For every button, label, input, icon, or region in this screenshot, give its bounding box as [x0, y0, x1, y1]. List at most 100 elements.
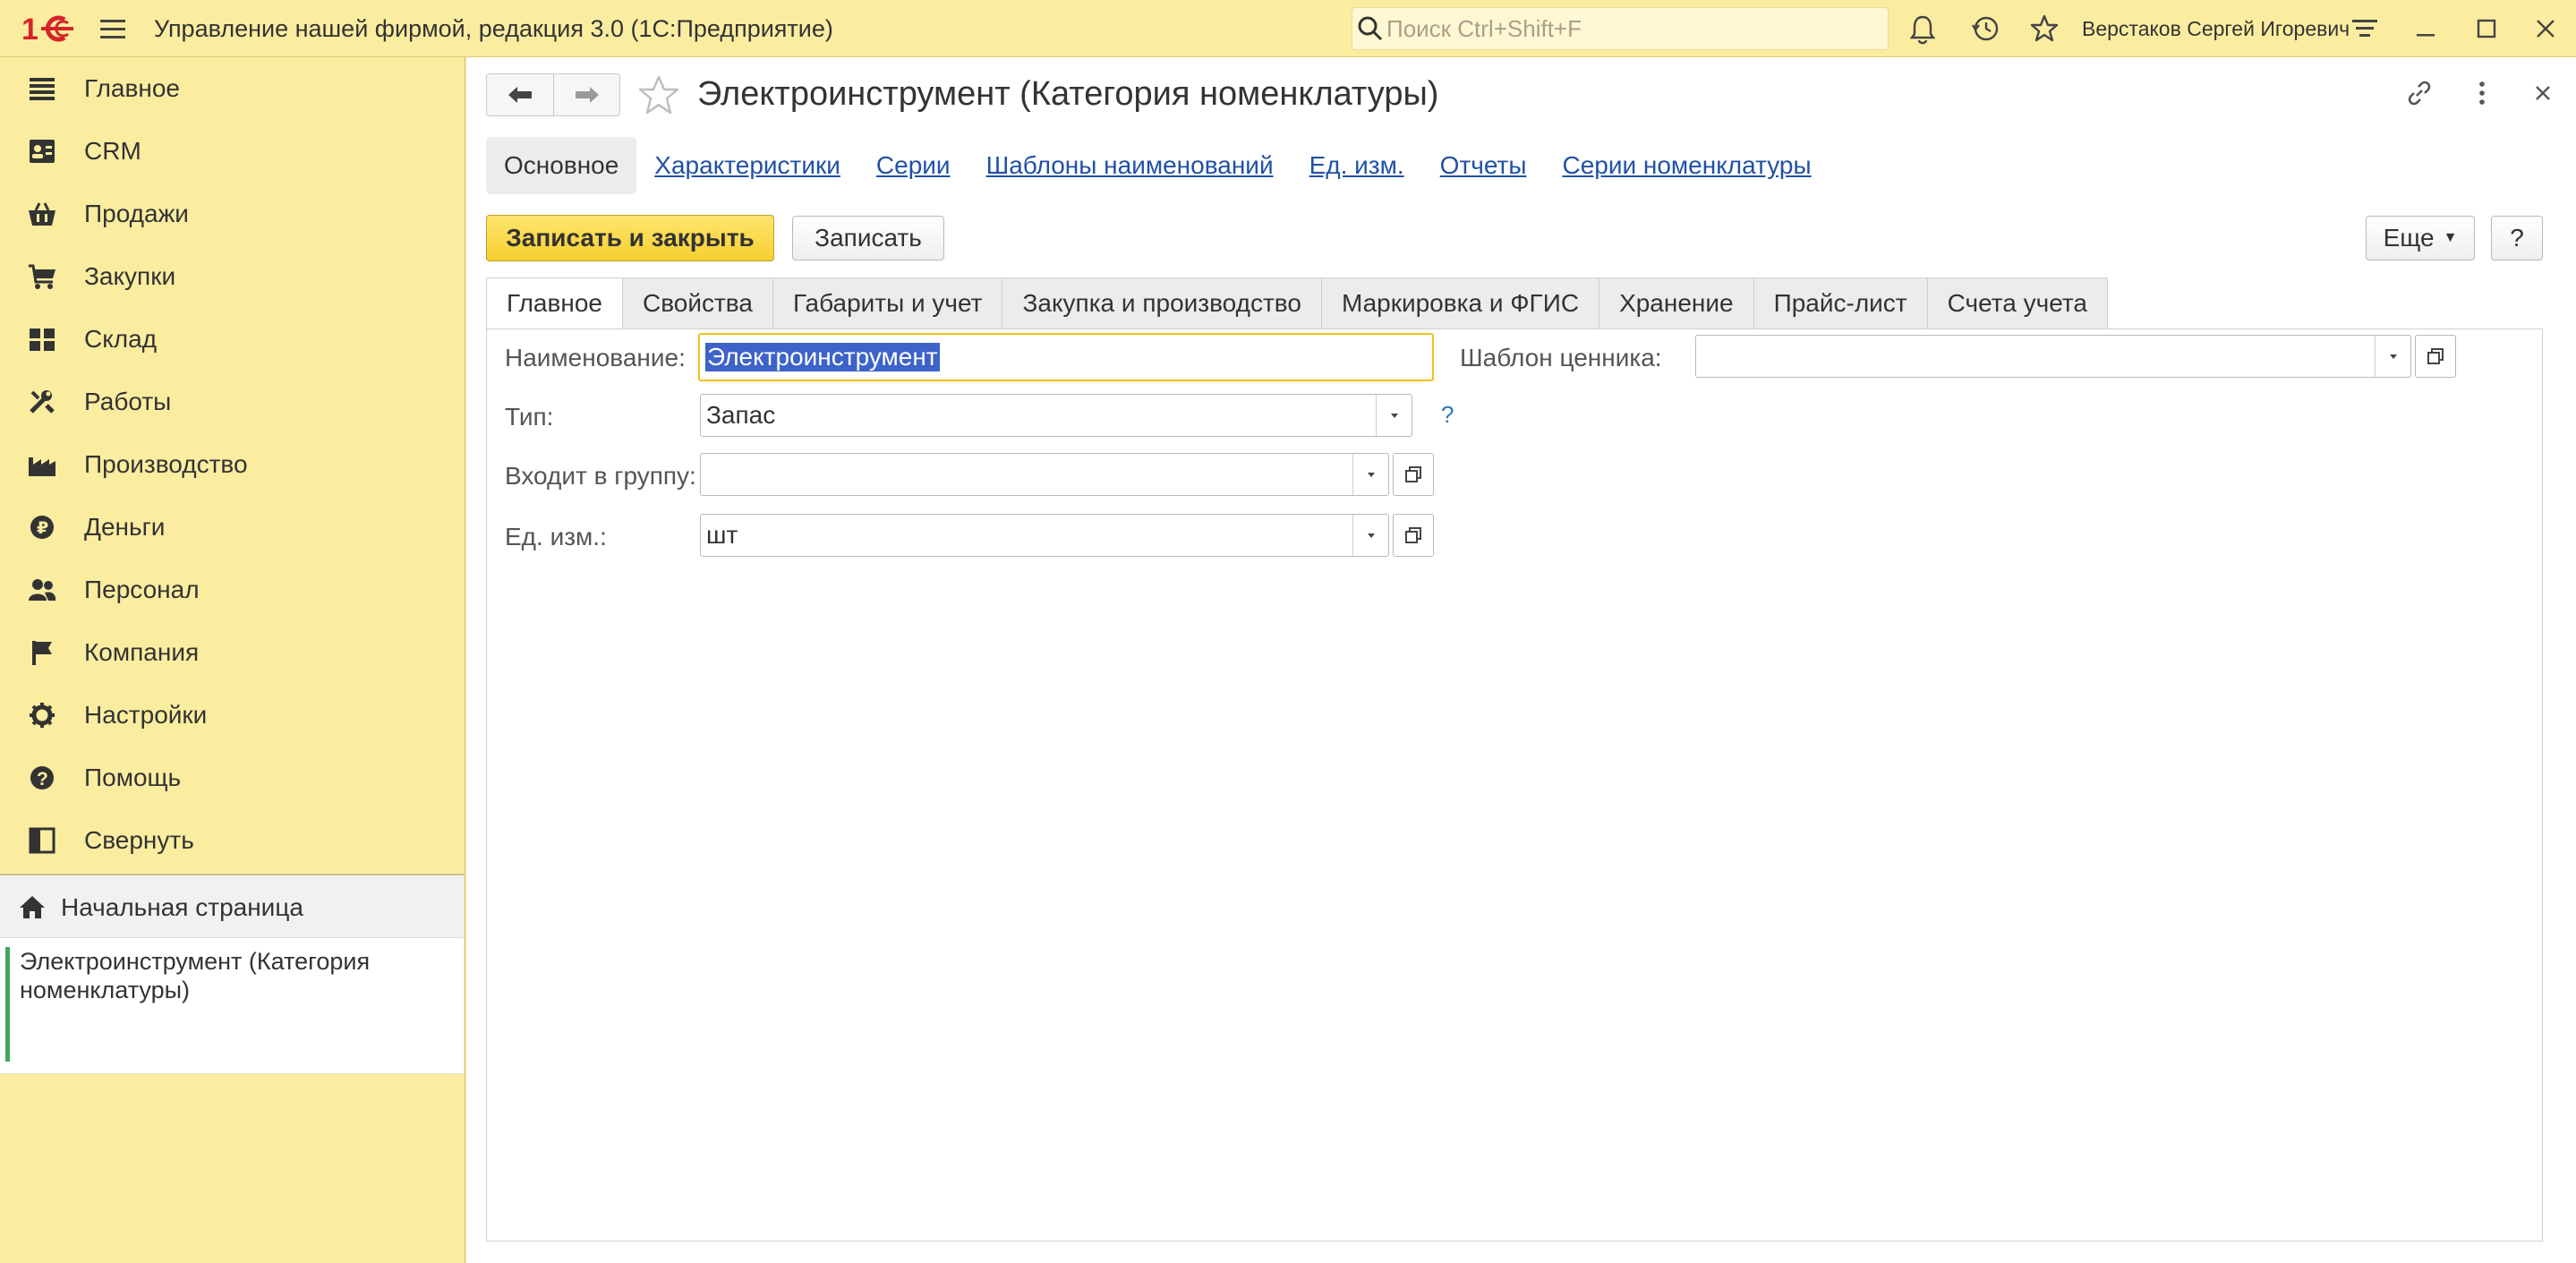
svg-text:1: 1 [21, 13, 38, 45]
nav-link-units[interactable]: Ед. изм. [1309, 151, 1404, 180]
app-title: Управление нашей фирмой, редакция 3.0 (1… [154, 15, 833, 42]
link-icon[interactable] [2401, 75, 2437, 111]
name-field[interactable]: Электроинструмент [698, 333, 1434, 381]
price-tag-template-select[interactable] [1695, 335, 2411, 378]
sidebar-item-money[interactable]: ₽ Деньги [0, 496, 464, 559]
form-navigation-panel: Основное Характеристики Серии Шаблоны на… [486, 136, 1847, 195]
search-input[interactable] [1386, 11, 1870, 47]
nav-link-name-templates[interactable]: Шаблоны наименований [986, 151, 1274, 180]
name-label: Наименование: [505, 344, 686, 371]
close-form-icon[interactable] [2525, 75, 2561, 111]
price-tag-open-button[interactable] [2415, 335, 2456, 378]
unit-select[interactable]: шт [700, 514, 1389, 557]
forward-button[interactable] [553, 74, 619, 115]
tab-purchase-production[interactable]: Закупка и производство [1002, 277, 1322, 329]
type-help-link[interactable]: ? [1441, 401, 1454, 429]
sidebar-item-label: Работы [84, 388, 172, 415]
group-dropdown-button[interactable] [1352, 454, 1388, 495]
sidebar-item-help[interactable]: ? Помощь [0, 747, 464, 809]
home-page-link[interactable]: Начальная страница [0, 875, 464, 938]
help-button[interactable]: ? [2491, 216, 2543, 260]
home-page-label: Начальная страница [61, 893, 303, 921]
unit-value: шт [706, 521, 738, 549]
sidebar-item-label: Свернуть [84, 826, 194, 854]
warehouse-icon [30, 329, 55, 351]
type-dropdown-button[interactable] [1376, 395, 1412, 436]
menu-icon[interactable] [97, 14, 129, 43]
maximize-icon[interactable] [2470, 13, 2503, 45]
sidebar-item-label: Персонал [84, 576, 200, 603]
global-search[interactable] [1352, 7, 1889, 50]
sidebar-item-main[interactable]: Главное [0, 57, 464, 120]
price-tag-template-label: Шаблон ценника: [1460, 344, 1662, 371]
sidebar-item-purchases[interactable]: Закупки [0, 245, 464, 308]
sidebar-item-company[interactable]: Компания [0, 621, 464, 684]
tab-main[interactable]: Главное [486, 277, 623, 329]
list-icon [30, 78, 55, 100]
contacts-icon [30, 140, 55, 163]
tab-accounts[interactable]: Счета учета [1927, 277, 2108, 329]
unit-dropdown-button[interactable] [1352, 515, 1388, 556]
favorite-star-icon[interactable] [636, 73, 681, 116]
chevron-down-icon [1367, 533, 1375, 538]
more-vertical-icon[interactable] [2464, 75, 2500, 111]
open-window-label: Электроинструмент (Категория номенклатур… [20, 948, 371, 1003]
nav-link-item-series[interactable]: Серии номенклатуры [1562, 151, 1811, 180]
search-icon [1358, 16, 1383, 41]
favorites-star-icon[interactable] [2028, 13, 2060, 45]
tools-icon [30, 390, 55, 414]
sidebar-item-label: Закупки [84, 262, 176, 290]
tab-storage[interactable]: Хранение [1599, 277, 1754, 329]
sidebar-item-sales[interactable]: Продажи [0, 183, 464, 245]
arrow-left-icon [508, 87, 532, 103]
minimize-icon[interactable] [2410, 13, 2442, 45]
tab-properties[interactable]: Свойства [622, 277, 773, 329]
type-select[interactable]: Запас [700, 394, 1412, 437]
save-and-close-button[interactable]: Записать и закрыть [486, 215, 774, 261]
price-tag-dropdown-button[interactable] [2375, 336, 2410, 377]
sidebar-item-collapse[interactable]: Свернуть [0, 809, 464, 872]
svg-text:?: ? [37, 769, 48, 789]
bell-icon[interactable] [1906, 13, 1939, 45]
help-icon: ? [30, 766, 54, 789]
caret-down-icon: ▼ [2443, 230, 2458, 245]
tab-marking[interactable]: Маркировка и ФГИС [1321, 277, 1600, 329]
sidebar-item-label: Настройки [84, 701, 208, 729]
user-name[interactable]: Верстаков Сергей Игоревич [2082, 17, 2350, 41]
sidebar-item-label: Деньги [84, 513, 166, 541]
sidebar-item-staff[interactable]: Персонал [0, 559, 464, 621]
sidebar-item-label: Склад [84, 325, 158, 353]
sidebar-item-settings[interactable]: Настройки [0, 684, 464, 747]
sidebar-item-label: Главное [84, 74, 180, 102]
open-window-item[interactable]: Электроинструмент (Категория номенклатур… [0, 938, 464, 1074]
history-icon[interactable] [1969, 13, 2001, 45]
unit-open-button[interactable] [1393, 514, 1434, 557]
tab-price-list[interactable]: Прайс-лист [1753, 277, 1928, 329]
active-window-marker [5, 947, 10, 1062]
tab-dimensions[interactable]: Габариты и учет [772, 277, 1003, 329]
sidebar-item-production[interactable]: Производство [0, 433, 464, 496]
sidebar-item-warehouse[interactable]: Склад [0, 308, 464, 371]
logo-1c-icon[interactable]: 1 [21, 13, 81, 45]
history-nav [486, 73, 620, 116]
settings-lines-icon[interactable] [2349, 13, 2381, 45]
sidebar-item-crm[interactable]: CRM [0, 120, 464, 183]
sidebar-item-works[interactable]: Работы [0, 371, 464, 433]
group-open-button[interactable] [1393, 453, 1434, 496]
nav-link-reports[interactable]: Отчеты [1440, 151, 1527, 180]
nav-link-series[interactable]: Серии [876, 151, 951, 180]
basket-icon [29, 202, 55, 226]
nav-link-characteristics[interactable]: Характеристики [654, 151, 840, 180]
sidebar-item-label: Компания [84, 638, 200, 666]
more-button[interactable]: Еще ▼ [2366, 216, 2475, 260]
save-button[interactable]: Записать [792, 216, 944, 260]
ruble-icon: ₽ [30, 516, 54, 539]
group-select[interactable] [700, 453, 1389, 496]
form-title: Электроинструмент (Категория номенклатур… [697, 75, 1439, 113]
back-button[interactable] [487, 74, 553, 115]
more-button-label: Еще [2383, 224, 2435, 252]
form-tabs: Главное Свойства Габариты и учет Закупка… [486, 277, 2108, 329]
collapse-icon [29, 827, 55, 854]
close-window-icon[interactable] [2529, 13, 2562, 45]
nav-link-main[interactable]: Основное [486, 137, 637, 194]
